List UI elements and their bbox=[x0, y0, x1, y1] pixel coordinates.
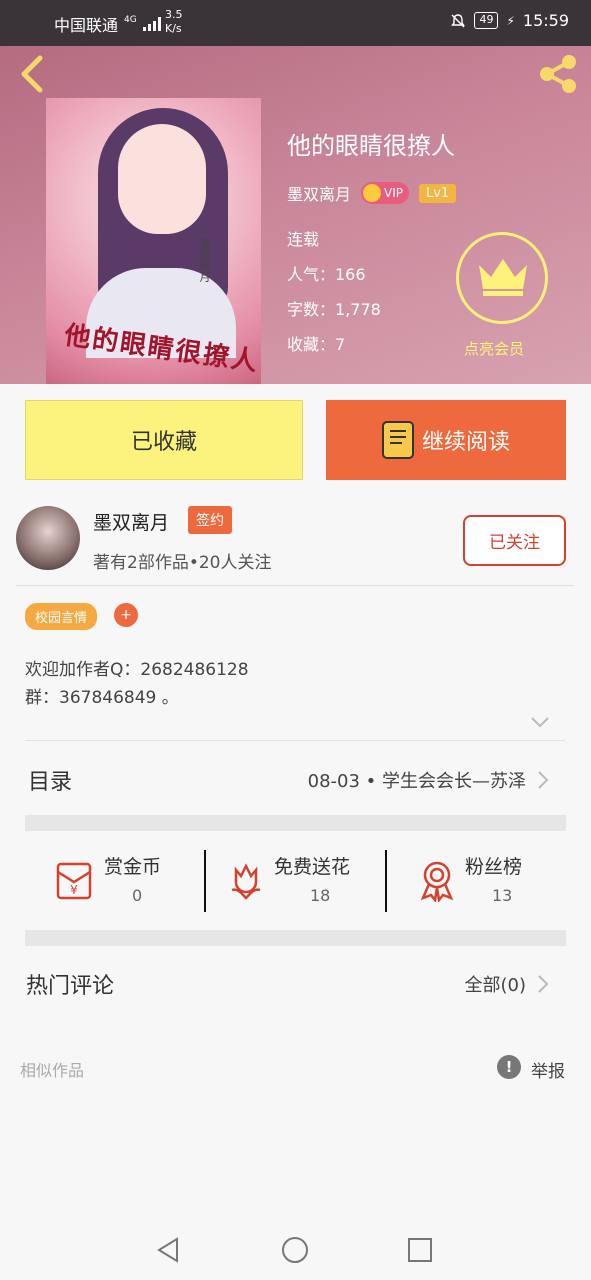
report-button[interactable]: 举报 bbox=[531, 1057, 565, 1082]
signal-icon bbox=[142, 17, 161, 31]
nav-recents-icon[interactable] bbox=[406, 1236, 434, 1264]
battery-icon: 49 bbox=[474, 12, 499, 29]
speed-value: 3.5 bbox=[165, 8, 183, 21]
author-name[interactable]: 墨双离月 bbox=[93, 508, 169, 535]
follow-button[interactable]: 已关注 bbox=[463, 515, 566, 566]
cover-face bbox=[118, 124, 206, 234]
book-favorites: 收藏：7 bbox=[287, 335, 346, 354]
book-cover[interactable]: 墨双离月 他的眼睛很撩人 bbox=[46, 98, 261, 384]
clock: 15:59 bbox=[522, 11, 569, 30]
crown-icon bbox=[479, 259, 527, 296]
chevron-right-icon[interactable] bbox=[537, 770, 549, 790]
network-type: 4G bbox=[124, 15, 137, 25]
chevron-right-icon[interactable] bbox=[537, 974, 549, 994]
continue-reading-button[interactable]: 继续阅读 bbox=[326, 400, 566, 480]
stat-divider bbox=[204, 850, 206, 912]
member-button[interactable] bbox=[456, 232, 548, 324]
divider bbox=[16, 585, 574, 586]
book-word-count: 字数：1,778 bbox=[287, 300, 381, 319]
flower-icon bbox=[231, 863, 261, 900]
book-status: 连载 bbox=[287, 230, 320, 249]
cover-author: 墨双离月 bbox=[198, 238, 211, 282]
book-popularity: 人气：166 bbox=[287, 265, 366, 284]
medal-icon bbox=[420, 861, 454, 902]
back-icon[interactable] bbox=[14, 54, 50, 94]
reward-coins-value: 0 bbox=[132, 886, 143, 905]
add-tag-button[interactable]: + bbox=[114, 603, 138, 627]
author-stats: 著有2部作品•20人关注 bbox=[93, 553, 272, 573]
follow-label: 已关注 bbox=[489, 533, 540, 553]
free-flowers-item[interactable]: 免费送花 18 bbox=[224, 848, 374, 914]
toc-label[interactable]: 目录 bbox=[28, 764, 72, 796]
bell-off-icon bbox=[451, 13, 466, 27]
reward-coins-item[interactable]: ¥ 赏金币 0 bbox=[52, 848, 192, 914]
author-avatar[interactable] bbox=[16, 506, 80, 570]
genre-tag[interactable]: 校园言情 bbox=[25, 603, 98, 630]
vip-label: VIP bbox=[384, 186, 403, 200]
svg-text:¥: ¥ bbox=[70, 883, 78, 897]
speed-unit: K/s bbox=[165, 22, 182, 35]
status-bar: 中国联通 4G 3.5 K/s 49 ⚡ 15:59 bbox=[0, 0, 591, 46]
fan-ranking-value: 13 bbox=[492, 886, 513, 905]
charging-icon: ⚡ bbox=[506, 13, 515, 28]
nav-home-icon[interactable] bbox=[281, 1236, 309, 1264]
fan-ranking-item[interactable]: 粉丝榜 13 bbox=[415, 848, 545, 914]
read-label: 继续阅读 bbox=[421, 430, 510, 455]
book-title: 他的眼睛很撩人 bbox=[287, 132, 455, 160]
red-envelope-icon: ¥ bbox=[56, 862, 92, 900]
vip-badge: VIP bbox=[361, 182, 409, 204]
free-flowers-value: 18 bbox=[310, 886, 331, 905]
share-icon[interactable] bbox=[535, 52, 581, 96]
book-author[interactable]: 墨双离月 bbox=[287, 181, 351, 205]
section-separator bbox=[25, 930, 566, 946]
book-header: 墨双离月 他的眼睛很撩人 他的眼睛很撩人 墨双离月 VIP Lv1 连载 人气：… bbox=[0, 46, 591, 384]
carrier-label: 中国联通 bbox=[54, 16, 119, 35]
author-row: 墨双离月 VIP Lv1 bbox=[287, 181, 457, 205]
free-flowers-label: 免费送花 bbox=[274, 856, 351, 878]
fan-ranking-label: 粉丝榜 bbox=[465, 856, 523, 878]
stat-divider bbox=[385, 850, 387, 912]
similar-works-label: 相似作品 bbox=[20, 1061, 85, 1080]
all-comments-link[interactable]: 全部(0) bbox=[465, 971, 527, 997]
report-icon[interactable]: ! bbox=[497, 1055, 521, 1079]
section-separator bbox=[25, 815, 566, 831]
nav-back-icon[interactable] bbox=[155, 1236, 183, 1264]
book-icon bbox=[381, 421, 414, 459]
chevron-down-icon[interactable] bbox=[530, 716, 550, 728]
network-speed: 3.5 K/s bbox=[165, 8, 183, 36]
collected-button[interactable]: 已收藏 bbox=[25, 400, 303, 480]
reward-coins-label: 赏金币 bbox=[104, 856, 162, 878]
level-badge: Lv1 bbox=[419, 183, 457, 203]
toc-latest-chapter[interactable]: 08-03 • 学生会会长—苏泽 bbox=[308, 767, 526, 793]
status-left: 中国联通 4G bbox=[54, 12, 161, 36]
hot-comments-label: 热门评论 bbox=[26, 974, 115, 999]
vip-crown-icon bbox=[363, 184, 382, 202]
status-right: 49 ⚡ 15:59 bbox=[450, 11, 569, 30]
signed-badge: 签约 bbox=[188, 506, 232, 534]
system-nav-bar bbox=[0, 1216, 591, 1280]
book-intro: 欢迎加作者Q：2682486128 群：367846849 。 bbox=[25, 660, 249, 708]
member-label[interactable]: 点亮会员 bbox=[464, 338, 524, 359]
collected-label: 已收藏 bbox=[130, 430, 197, 455]
divider bbox=[25, 740, 565, 741]
